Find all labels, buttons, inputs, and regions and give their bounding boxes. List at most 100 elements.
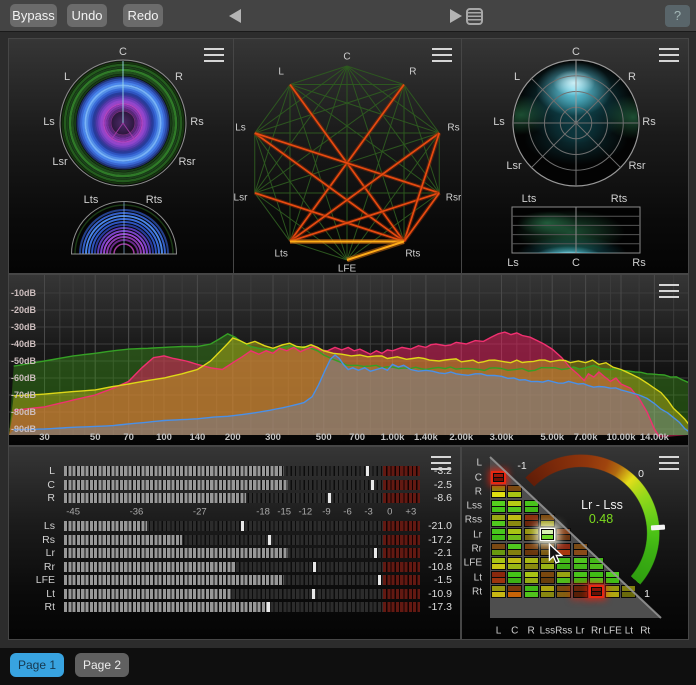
- matrix-col-label: Lt: [625, 626, 633, 637]
- meter-value: -17.2: [408, 534, 452, 546]
- matrix-col-label: Lr: [576, 626, 585, 637]
- matrix-col-label: L: [496, 626, 502, 637]
- channel-web-visualizer: [234, 39, 463, 273]
- svg-text:-20dB: -20dB: [11, 305, 37, 315]
- matrix-row-label: R: [462, 486, 482, 497]
- svg-text:1.00k: 1.00k: [381, 432, 405, 443]
- help-button[interactable]: ?: [665, 5, 690, 27]
- gauge-tick-label: 1: [644, 588, 650, 600]
- matrix-row-label: Lss: [462, 501, 482, 512]
- channel-label: Rts: [405, 248, 420, 259]
- meter-bar: [64, 562, 420, 572]
- gauge-tick-label: 0: [638, 468, 644, 480]
- channel-label: Rs: [642, 116, 655, 128]
- meter-value: -10.8: [408, 561, 452, 573]
- meter-value: -1.5: [408, 574, 452, 586]
- matrix-col-label: Rt: [640, 626, 650, 637]
- menu-icon[interactable]: [432, 48, 452, 62]
- page2-tab[interactable]: Page 2: [75, 653, 129, 677]
- matrix-row-label: Rt: [462, 586, 482, 597]
- svg-text:2.00k: 2.00k: [449, 432, 473, 443]
- meter-channel-label: Lt: [9, 588, 55, 600]
- bottom-bar: Page 1 Page 2 NUGENAudio Halo Vision +: [0, 648, 696, 685]
- matrix-overlay: [462, 447, 690, 639]
- svg-text:700: 700: [349, 432, 365, 443]
- channel-label: C: [119, 46, 127, 58]
- panel-level-meters: L-3.2C-2.5R-8.6Ls-21.0Rs-17.2Lr-2.1Rr-10…: [8, 446, 461, 640]
- preset-list-icon[interactable]: [466, 8, 483, 25]
- matrix-row-label: Lr: [462, 529, 482, 540]
- meter-bar: [64, 480, 420, 490]
- channel-label: Lts: [522, 193, 537, 205]
- svg-text:-10dB: -10dB: [11, 288, 37, 298]
- meter-value: -10.9: [408, 588, 452, 600]
- meter-channel-label: Rt: [9, 601, 55, 613]
- gauge-tick-label: -1: [517, 460, 526, 472]
- back-icon[interactable]: [229, 9, 241, 23]
- meter-bar: [64, 535, 420, 545]
- matrix-readout-value: 0.48: [589, 512, 613, 526]
- menu-icon[interactable]: [659, 48, 679, 62]
- panel-polar-location: CLRLsRsLsrRsrLtsRtsLsCRs: [461, 38, 689, 274]
- channel-label: C: [343, 52, 350, 63]
- meter-scale-tick: -9: [322, 507, 330, 518]
- matrix-row-label: Rss: [462, 515, 482, 526]
- svg-text:300: 300: [265, 432, 281, 443]
- page1-tab[interactable]: Page 1: [10, 653, 64, 677]
- svg-text:140: 140: [189, 432, 205, 443]
- undo-button[interactable]: Undo: [67, 4, 107, 27]
- svg-text:-40dB: -40dB: [11, 339, 37, 349]
- channel-label: Lts: [84, 194, 99, 206]
- spectrum-chart: -10dB-20dB-30dB-40dB-50dB-60dB-70dB-80dB…: [9, 275, 688, 445]
- svg-text:-70dB: -70dB: [11, 390, 37, 400]
- svg-text:7.00k: 7.00k: [574, 432, 598, 443]
- svg-text:70: 70: [123, 432, 134, 443]
- meter-value: -8.6: [408, 492, 452, 504]
- menu-icon[interactable]: [204, 48, 224, 62]
- mouse-cursor-icon: [548, 543, 563, 564]
- matrix-col-label: C: [511, 626, 518, 637]
- channel-label: R: [409, 67, 416, 78]
- svg-text:-50dB: -50dB: [11, 356, 37, 366]
- channel-label: Rsr: [178, 156, 195, 168]
- matrix-col-label: Lss: [540, 626, 556, 637]
- meter-scale-tick: -15: [277, 507, 291, 518]
- meter-channel-label: Rr: [9, 561, 55, 573]
- svg-text:50: 50: [90, 432, 101, 443]
- menu-icon[interactable]: [659, 456, 679, 470]
- meter-bar: [64, 521, 420, 531]
- menu-icon[interactable]: [659, 284, 679, 298]
- channel-label: Rsr: [628, 160, 645, 172]
- meter-channel-label: R: [9, 492, 55, 504]
- matrix-row-label: C: [462, 472, 482, 483]
- channel-label: LFE: [338, 264, 356, 275]
- meter-channel-label: LFE: [9, 574, 55, 586]
- meter-scale-tick: -36: [130, 507, 144, 518]
- channel-label: Lsr: [234, 192, 248, 203]
- matrix-row-label: L: [462, 458, 482, 469]
- meter-bar: [64, 466, 420, 476]
- channel-label: Rts: [611, 193, 628, 205]
- svg-text:10.00k: 10.00k: [606, 432, 636, 443]
- redo-button[interactable]: Redo: [123, 4, 163, 27]
- svg-text:200: 200: [225, 432, 241, 443]
- bypass-button[interactable]: Bypass: [10, 4, 57, 27]
- meter-value: -2.5: [408, 479, 452, 491]
- svg-text:14.00k: 14.00k: [640, 432, 670, 443]
- menu-icon[interactable]: [431, 456, 451, 470]
- channel-label: Ls: [493, 116, 505, 128]
- svg-text:1.40k: 1.40k: [414, 432, 438, 443]
- channel-label: C: [572, 46, 580, 58]
- svg-text:-90dB: -90dB: [11, 424, 37, 434]
- channel-label: Rs: [190, 116, 203, 128]
- meter-channel-label: C: [9, 479, 55, 491]
- svg-text:-80dB: -80dB: [11, 407, 37, 417]
- channel-label: L: [64, 71, 70, 83]
- meter-value: -21.0: [408, 520, 452, 532]
- play-icon[interactable]: [450, 9, 462, 23]
- matrix-col-label: LFE: [603, 626, 621, 637]
- meter-scale-tick: -12: [298, 507, 312, 518]
- meter-bar: [64, 602, 420, 612]
- meter-scale-tick: -6: [343, 507, 351, 518]
- meter-bar: [64, 493, 420, 503]
